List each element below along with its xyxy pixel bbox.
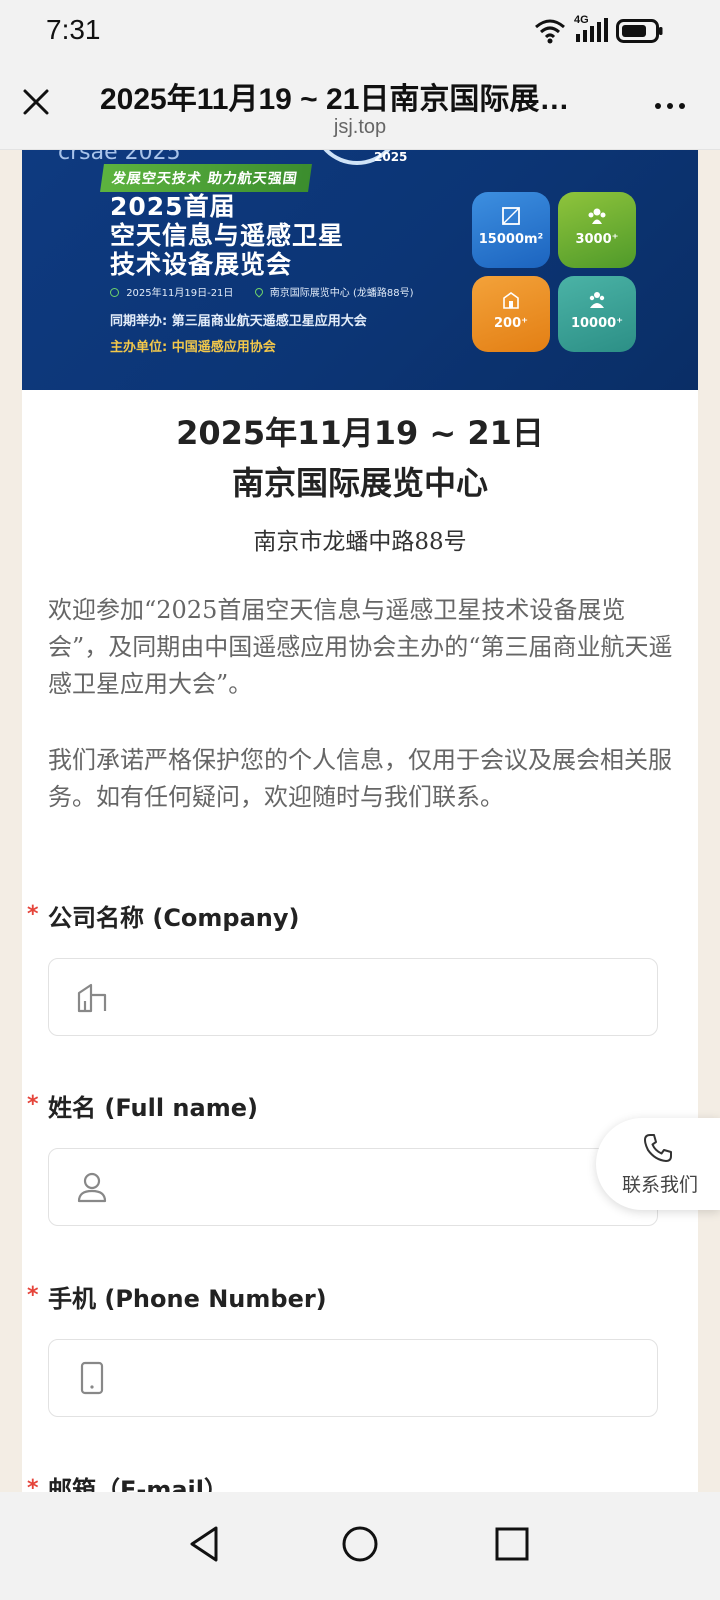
contact-us-button[interactable]: 联系我们: [596, 1118, 720, 1210]
stat-visitors-value: 10000⁺: [570, 316, 624, 331]
intro-text: 欢迎参加“2025首届空天信息与遥感卫星技术设备展览会”，及同期由中国遥感应用协…: [48, 596, 673, 698]
banner-slogan: 发展空天技术 助力航天强国: [100, 164, 312, 192]
banner-host: 主办单位: 中国遥感应用协会: [110, 340, 276, 355]
stat-tile-attendees: 3000⁺: [558, 192, 636, 268]
event-banner: crsae 2025 2025 发展空天技术 助力航天强国 2025首届 空天信…: [22, 150, 698, 390]
building-icon: [75, 980, 109, 1014]
status-icons: 4G: [534, 14, 664, 44]
stat-area-value: 15000m²: [478, 232, 544, 247]
people-icon: [588, 208, 606, 224]
close-button[interactable]: [18, 84, 54, 120]
system-nav-bar: [0, 1492, 720, 1600]
more-icon-dot: [667, 103, 673, 109]
name-label: 姓名 (Full name): [48, 1094, 258, 1122]
wifi-icon: [535, 19, 565, 44]
banner-date-venue: 2025年11月19日-21日 南京国际展览中心 (龙蟠路88号): [110, 284, 414, 299]
location-icon: [252, 286, 265, 298]
status-time: 7:31: [46, 14, 101, 45]
back-button[interactable]: [174, 1514, 234, 1574]
user-icon: [75, 1170, 109, 1204]
more-icon-dot: [679, 103, 685, 109]
phone-field[interactable]: [48, 1339, 658, 1417]
privacy-text: 我们承诺严格保护您的个人信息，仅用于会议及展会相关服务。如有任何疑问，欢迎随时与…: [48, 746, 672, 811]
phone-icon: [644, 1134, 672, 1162]
event-date: 2025年11月19 ~ 21日: [176, 414, 544, 452]
crowd-icon: [589, 292, 605, 308]
phone-label: 手机 (Phone Number): [48, 1285, 327, 1313]
banner-title-line1: 2025首届: [110, 192, 236, 221]
required-mark: *: [27, 902, 39, 927]
phone-device-icon: [75, 1361, 109, 1395]
recents-button[interactable]: [482, 1514, 542, 1574]
banner-title: 2025首届 空天信息与遥感卫星 技术设备展览会: [110, 192, 344, 279]
stat-tile-area: 15000m²: [472, 192, 550, 268]
company-label: 公司名称 (Company): [48, 904, 300, 932]
page-domain: jsj.top: [333, 116, 387, 138]
stat-tile-visitors: 10000⁺: [558, 276, 636, 352]
stat-exhibitors-value: 200⁺: [494, 316, 528, 331]
company-input[interactable]: [123, 967, 641, 1027]
required-mark: *: [27, 1092, 39, 1117]
name-field[interactable]: [48, 1148, 658, 1226]
home-icon: [342, 1526, 378, 1562]
banner-venue: 南京国际展览中心 (龙蟠路88号): [269, 288, 414, 299]
required-mark: *: [27, 1283, 39, 1308]
more-button[interactable]: [648, 88, 692, 124]
close-icon: [23, 89, 49, 115]
banner-logo-text: crsae 2025: [58, 150, 181, 165]
page-title: 2025年11月19 ~ 21日南京国际展…: [100, 83, 570, 116]
event-address: 南京市龙蟠中路88号: [253, 529, 467, 555]
banner-date: 2025年11月19日-21日: [126, 288, 234, 299]
status-bar: 7:31 4G: [0, 0, 720, 64]
browser-header: 2025年11月19 ~ 21日南京国际展… jsj.top: [0, 64, 720, 150]
banner-title-line2: 空天信息与遥感卫星: [110, 221, 345, 250]
clock-icon: [110, 288, 119, 297]
phone-input[interactable]: [123, 1348, 641, 1408]
more-icon-dot: [655, 103, 661, 109]
stat-attendees-value: 3000⁺: [575, 232, 619, 247]
banner-co-event: 同期举办: 第三届商业航天遥感卫星应用大会: [110, 314, 367, 329]
page-content: crsae 2025 2025 发展空天技术 助力航天强国 2025首届 空天信…: [22, 150, 698, 1522]
area-icon: [502, 207, 520, 225]
back-icon: [190, 1526, 218, 1562]
battery-icon: [616, 19, 663, 43]
contact-us-label: 联系我们: [622, 1174, 699, 1196]
recents-icon: [495, 1527, 529, 1561]
banner-title-line3: 技术设备展览会: [110, 250, 293, 279]
stat-tile-exhibitors: 200⁺: [472, 276, 550, 352]
company-field[interactable]: [48, 958, 658, 1036]
building-icon: [503, 292, 519, 309]
name-input[interactable]: [123, 1157, 641, 1217]
banner-year-tag: 2025: [374, 150, 408, 164]
signal-icon: 4G: [574, 14, 608, 44]
event-venue: 南京国际展览中心: [231, 464, 488, 502]
home-button[interactable]: [330, 1514, 390, 1574]
